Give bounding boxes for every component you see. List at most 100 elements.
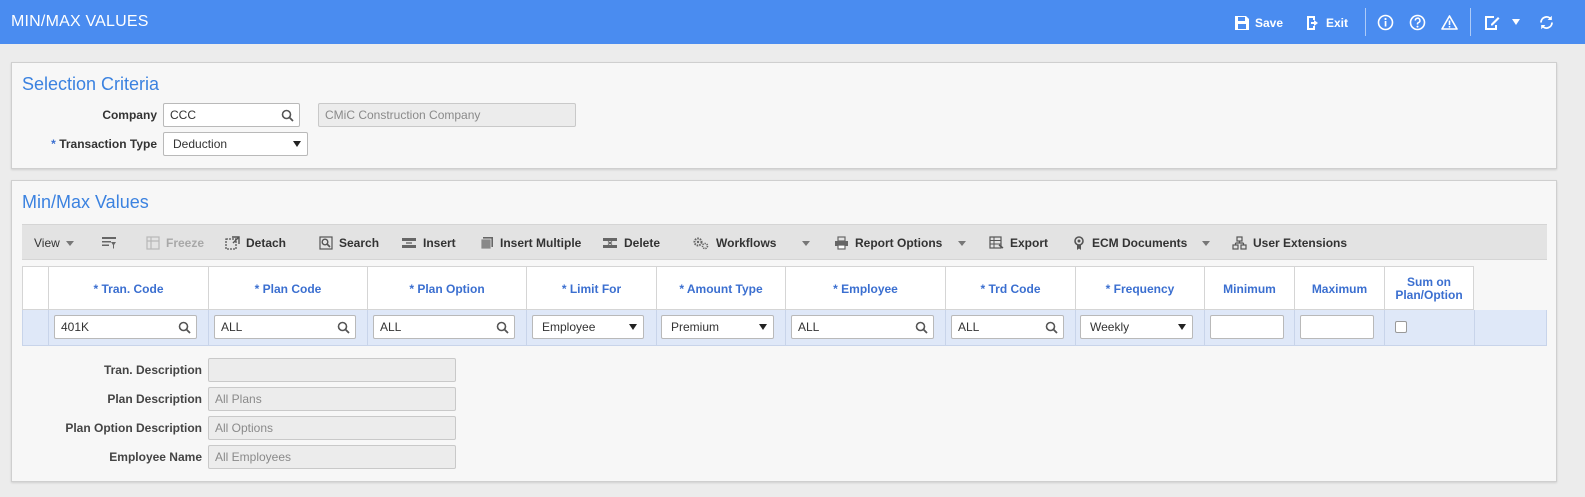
edit-notes-icon[interactable]: [1482, 13, 1500, 31]
limit-for-value: Employee: [542, 320, 596, 334]
plan-option-input[interactable]: ALL: [373, 315, 515, 339]
frequency-cell: Weekly: [1076, 310, 1205, 345]
delete-row-icon: [603, 238, 617, 248]
freeze-icon: [146, 236, 160, 250]
selection-criteria-panel: Selection Criteria Company CCC CMiC Cons…: [11, 62, 1557, 169]
user-extensions-button[interactable]: User Extensions: [1232, 235, 1347, 251]
tran-code-value: 401K: [61, 320, 90, 334]
column-header-plan-code[interactable]: * Plan Code: [209, 267, 368, 311]
ecm-documents-button[interactable]: ECM Documents: [1072, 235, 1187, 251]
insert-button[interactable]: Insert: [401, 235, 456, 251]
exit-label: Exit: [1326, 16, 1349, 30]
ecm-documents-dropdown[interactable]: [1202, 235, 1210, 251]
tran-description-label: Tran. Description: [103, 363, 202, 377]
employee-name-value: All Employees: [215, 450, 292, 464]
chevron-down-icon[interactable]: [1507, 13, 1525, 31]
grid-toolbar: View Freeze Detach Search Insert Insert …: [22, 224, 1547, 260]
filter-button[interactable]: [101, 235, 117, 251]
delete-label: Delete: [624, 236, 661, 250]
detach-label: Detach: [246, 236, 287, 250]
report-options-button[interactable]: Report Options: [834, 235, 942, 251]
export-label: Export: [1010, 236, 1049, 250]
frequency-value: Weekly: [1090, 320, 1130, 334]
column-header-employee[interactable]: * Employee: [786, 267, 946, 311]
plan-code-value: ALL: [221, 320, 243, 334]
help-icon[interactable]: [1408, 13, 1426, 31]
delete-button[interactable]: Delete: [602, 235, 660, 251]
ecm-documents-icon: [1074, 235, 1084, 250]
employee-input[interactable]: ALL: [791, 315, 934, 339]
column-header-sum-on-plan-option[interactable]: Sum on Plan/Option: [1385, 267, 1474, 311]
minmax-values-title: Min/Max Values: [22, 192, 149, 212]
frequency-select[interactable]: Weekly: [1080, 315, 1193, 339]
save-button[interactable]: Save: [1234, 14, 1283, 32]
gears-icon: [693, 237, 709, 250]
workflows-button[interactable]: Workflows: [692, 235, 776, 251]
amount-type-select[interactable]: Premium: [661, 315, 774, 339]
company-input[interactable]: CCC: [163, 103, 300, 127]
search-icon[interactable]: [915, 321, 928, 334]
search-icon[interactable]: [281, 109, 294, 122]
column-header-limit-for[interactable]: * Limit For: [527, 267, 657, 311]
column-header-frequency[interactable]: * Frequency: [1076, 267, 1205, 311]
maximum-cell: [1295, 310, 1385, 345]
column-header-minimum[interactable]: Minimum: [1205, 267, 1295, 311]
plan-description-field: All Plans: [208, 387, 456, 411]
info-icon[interactable]: [1376, 13, 1394, 31]
workflows-label: Workflows: [716, 236, 777, 250]
table-row[interactable]: 401K ALL ALL Employee Premium ALL ALL We…: [22, 310, 1547, 346]
freeze-button[interactable]: Freeze: [146, 235, 204, 251]
plan-code-input[interactable]: ALL: [214, 315, 356, 339]
search-icon[interactable]: [496, 321, 509, 334]
trd-code-input[interactable]: ALL: [951, 315, 1064, 339]
column-header-maximum[interactable]: Maximum: [1295, 267, 1385, 311]
search-button[interactable]: Search: [319, 235, 379, 251]
search-icon[interactable]: [1045, 321, 1058, 334]
plan-option-description-label: Plan Option Description: [65, 421, 202, 435]
report-options-dropdown[interactable]: [958, 235, 966, 251]
limit-for-select[interactable]: Employee: [532, 315, 644, 339]
workflows-dropdown[interactable]: [802, 235, 810, 251]
employee-name-label: Employee Name: [109, 450, 202, 464]
column-header-trd-code[interactable]: * Trd Code: [946, 267, 1076, 311]
insert-multiple-label: Insert Multiple: [500, 236, 582, 250]
maximum-input[interactable]: [1300, 315, 1374, 339]
amount-type-cell: Premium: [657, 310, 786, 345]
refresh-icon[interactable]: [1537, 13, 1555, 31]
trd-code-value: ALL: [958, 320, 980, 334]
insert-label: Insert: [423, 236, 456, 250]
sum-on-plan-option-checkbox[interactable]: [1395, 321, 1407, 333]
amount-type-value: Premium: [671, 320, 720, 334]
column-header-tran-code[interactable]: * Tran. Code: [49, 267, 209, 311]
plan-option-cell: ALL: [368, 310, 527, 345]
search-icon[interactable]: [337, 321, 350, 334]
search-icon[interactable]: [178, 321, 191, 334]
detach-icon: [225, 236, 240, 250]
chevron-down-icon: [293, 141, 301, 147]
column-header-amount-type[interactable]: * Amount Type: [657, 267, 786, 311]
column-header-plan-option[interactable]: * Plan Option: [368, 267, 527, 311]
warning-icon[interactable]: [1440, 13, 1458, 31]
insert-multiple-button[interactable]: Insert Multiple: [480, 235, 581, 251]
view-menu-button[interactable]: View: [34, 235, 74, 251]
export-button[interactable]: Export: [989, 235, 1048, 251]
company-name-value: CMiC Construction Company: [325, 108, 481, 122]
chevron-down-icon: [629, 324, 637, 330]
tran-code-cell: 401K: [49, 310, 209, 345]
plan-option-description-field: All Options: [208, 416, 456, 440]
sum-on-plan-option-cell: [1385, 310, 1475, 345]
minimum-input[interactable]: [1210, 315, 1284, 339]
transaction-type-select[interactable]: Deduction: [163, 132, 308, 156]
hierarchy-icon: [1232, 236, 1247, 250]
company-name-field: CMiC Construction Company: [318, 103, 576, 127]
page-title: MIN/MAX VALUES: [11, 13, 149, 30]
detach-button[interactable]: Detach: [225, 235, 286, 251]
employee-cell: ALL: [786, 310, 946, 345]
tran-code-input[interactable]: 401K: [54, 315, 197, 339]
exit-button[interactable]: Exit: [1305, 14, 1348, 32]
search-icon: [319, 236, 333, 250]
row-selector[interactable]: [23, 310, 49, 345]
minmax-values-panel: Min/Max Values View Freeze Detach Search…: [11, 180, 1557, 482]
plan-option-description-value: All Options: [215, 421, 274, 435]
selection-criteria-title: Selection Criteria: [22, 74, 160, 94]
